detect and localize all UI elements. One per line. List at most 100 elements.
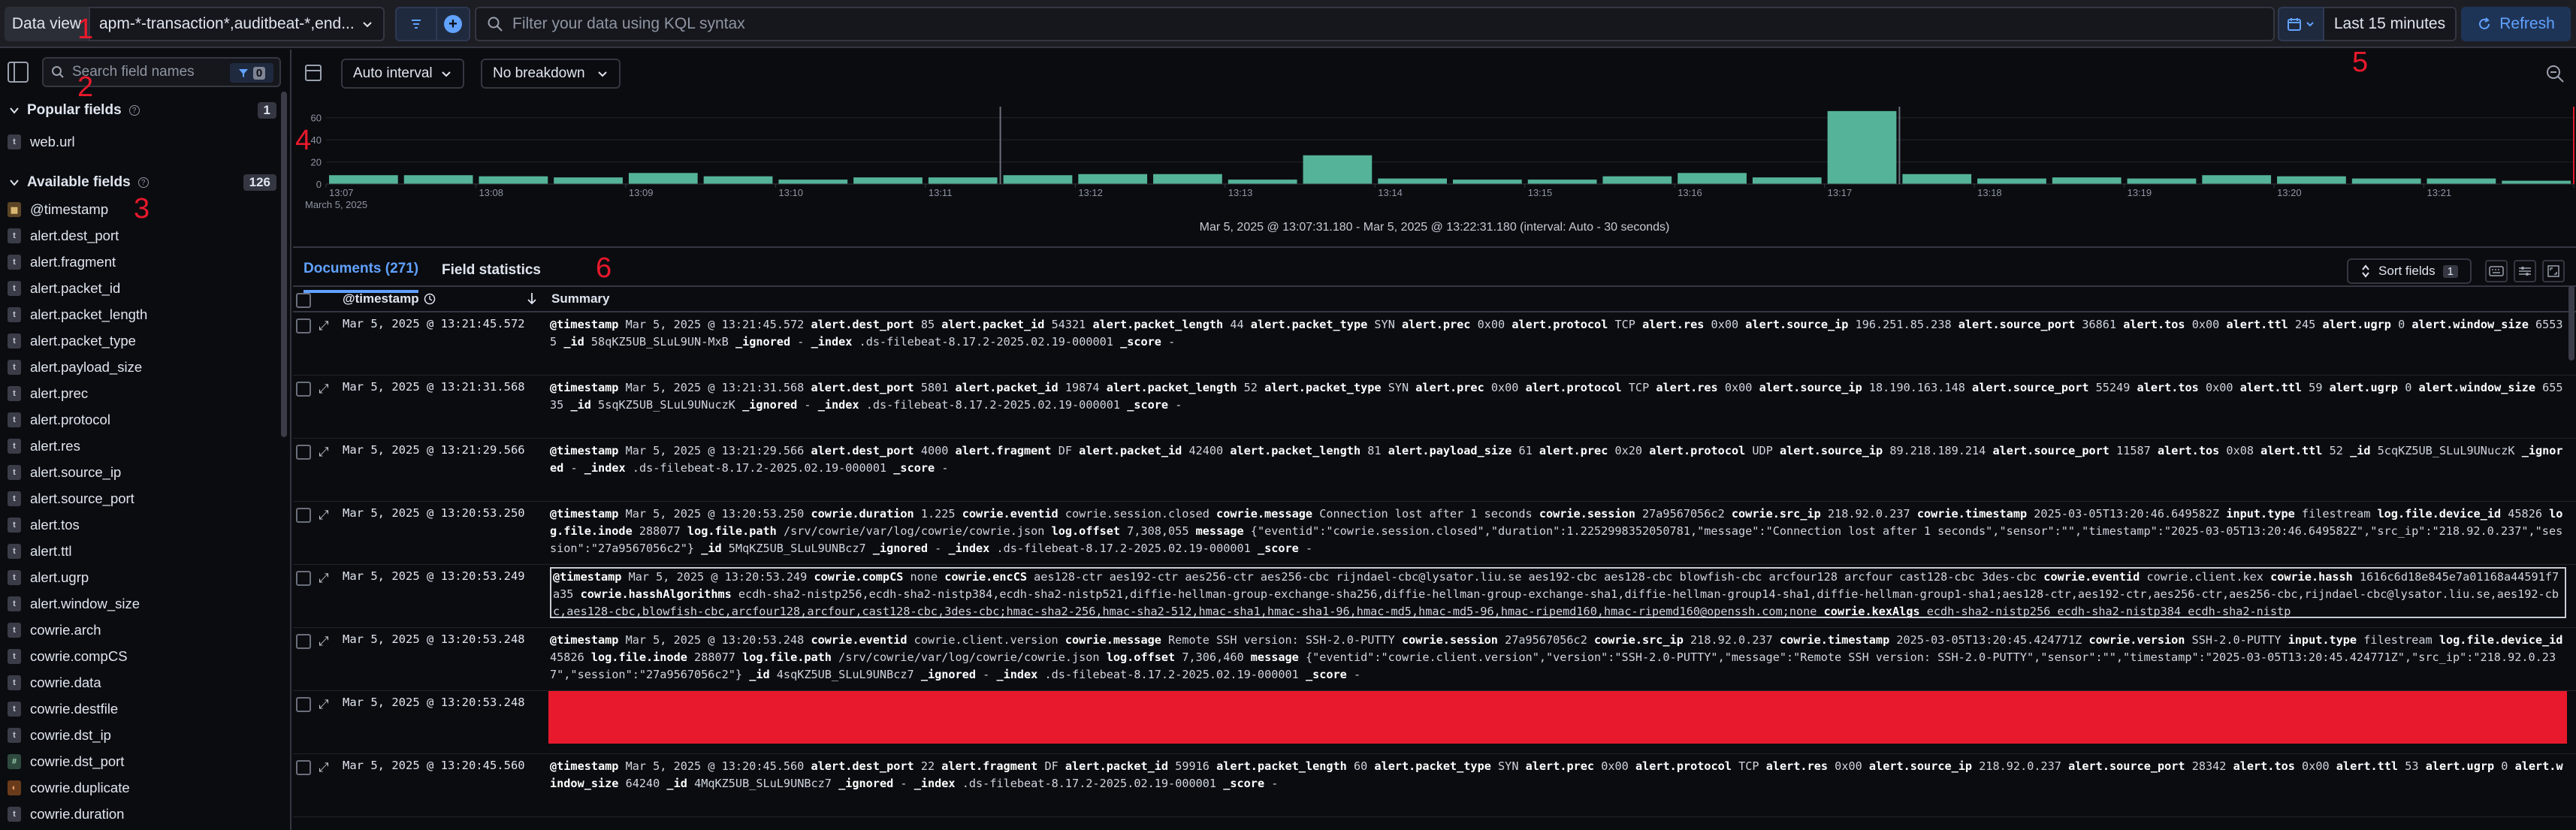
expand-icon[interactable]: ⤢ bbox=[319, 634, 329, 649]
histogram-bar[interactable] bbox=[1678, 173, 1747, 184]
histogram-bar[interactable] bbox=[928, 177, 998, 184]
histogram-bar[interactable] bbox=[2052, 177, 2122, 184]
field-item[interactable]: t alert.payload_size bbox=[8, 356, 278, 379]
date-quick-menu-button[interactable] bbox=[2278, 7, 2324, 41]
histogram-bar[interactable] bbox=[1378, 178, 1447, 184]
table-row[interactable]: ⤢ Mar 5, 2025 @ 13:20:53.250 @timestamp Ma… bbox=[293, 502, 2576, 565]
refresh-button[interactable]: Refresh bbox=[2461, 7, 2571, 41]
histogram-bar[interactable] bbox=[1003, 175, 1073, 184]
column-header-summary[interactable]: Summary bbox=[551, 291, 609, 306]
histogram-bar[interactable] bbox=[554, 177, 623, 184]
select-all-checkbox[interactable] bbox=[296, 293, 311, 308]
field-item[interactable]: t cowrie.dst_ip bbox=[8, 724, 278, 747]
row-checkbox[interactable] bbox=[296, 697, 311, 712]
histogram-bar[interactable] bbox=[1527, 180, 1597, 184]
row-summary[interactable]: @timestamp Mar 5, 2025 @ 13:21:29.566 al… bbox=[550, 442, 2566, 495]
expand-icon[interactable]: ⤢ bbox=[319, 508, 329, 523]
expand-icon[interactable]: ⤢ bbox=[319, 382, 329, 397]
field-item[interactable]: # cowrie.dst_port bbox=[8, 750, 278, 773]
add-filter-button[interactable]: + bbox=[437, 7, 470, 41]
histogram-bar[interactable] bbox=[403, 175, 473, 184]
column-header-timestamp[interactable]: @timestamp bbox=[343, 291, 436, 306]
table-row[interactable]: ⤢ Mar 5, 2025 @ 13:20:53.249 @timestamp Ma… bbox=[293, 565, 2576, 628]
field-search-input[interactable] bbox=[72, 64, 222, 80]
field-item[interactable]: t cowrie.destfile bbox=[8, 698, 278, 720]
table-layout-icon[interactable] bbox=[305, 65, 322, 81]
keyboard-icon[interactable] bbox=[2485, 260, 2508, 282]
row-checkbox[interactable] bbox=[296, 634, 311, 649]
histogram-bar[interactable] bbox=[1228, 180, 1297, 184]
field-item[interactable]: t alert.packet_type bbox=[8, 330, 278, 352]
field-item[interactable]: t alert.tos bbox=[8, 514, 278, 536]
histogram-bar[interactable] bbox=[778, 180, 848, 184]
breakdown-select[interactable]: No breakdown bbox=[481, 59, 621, 89]
table-row[interactable]: ⤢ Mar 5, 2025 @ 13:20:53.248 bbox=[293, 691, 2576, 754]
histogram-bar[interactable] bbox=[1602, 176, 1672, 184]
kql-search-bar[interactable] bbox=[475, 7, 2275, 41]
histogram-bar[interactable] bbox=[1153, 174, 1222, 184]
table-row[interactable]: ⤢ Mar 5, 2025 @ 13:21:45.572 @timestamp Ma… bbox=[293, 312, 2576, 376]
expand-icon[interactable]: ⤢ bbox=[319, 760, 329, 775]
row-checkbox[interactable] bbox=[296, 318, 311, 334]
time-range-display[interactable]: Last 15 minutes bbox=[2324, 7, 2457, 41]
fullscreen-icon[interactable] bbox=[2542, 260, 2565, 282]
table-row[interactable]: ⤢ Mar 5, 2025 @ 13:20:45.560 @timestamp Ma… bbox=[293, 754, 2576, 817]
histogram-bar[interactable] bbox=[1453, 180, 1522, 184]
histogram-bar[interactable] bbox=[2502, 180, 2571, 184]
histogram-bar[interactable] bbox=[853, 177, 923, 184]
histogram-bar[interactable] bbox=[1078, 174, 1148, 184]
field-item[interactable]: t cowrie.compCS bbox=[8, 645, 278, 668]
help-icon[interactable]: ? bbox=[128, 105, 140, 116]
field-item[interactable]: t alert.source_ip bbox=[8, 461, 278, 484]
row-checkbox[interactable] bbox=[296, 445, 311, 460]
histogram-bar[interactable] bbox=[1977, 178, 2046, 184]
field-item[interactable]: t cowrie.duration bbox=[8, 803, 278, 825]
filter-menu-button[interactable] bbox=[395, 7, 437, 41]
field-item[interactable]: t cowrie.data bbox=[8, 672, 278, 694]
row-checkbox[interactable] bbox=[296, 508, 311, 523]
sidebar-scrollbar[interactable] bbox=[281, 92, 287, 437]
table-row[interactable]: ⤢ Mar 5, 2025 @ 13:21:29.566 @timestamp Ma… bbox=[293, 439, 2576, 502]
display-options-icon[interactable] bbox=[2514, 260, 2536, 282]
row-summary[interactable]: @timestamp Mar 5, 2025 @ 13:20:53.250 co… bbox=[550, 506, 2566, 558]
data-view-selector[interactable]: apm-*-transaction*,auditbeat-*,end... bbox=[89, 7, 385, 41]
histogram-bar[interactable] bbox=[2351, 178, 2421, 184]
row-summary[interactable]: @timestamp Mar 5, 2025 @ 13:21:45.572 al… bbox=[550, 316, 2566, 369]
table-row[interactable]: ⤢ Mar 5, 2025 @ 13:20:53.248 @timestamp Ma… bbox=[293, 628, 2576, 691]
expand-icon[interactable]: ⤢ bbox=[319, 571, 329, 586]
field-item[interactable]: t alert.ugrp bbox=[8, 566, 278, 589]
field-item[interactable]: t cowrie.arch bbox=[8, 619, 278, 641]
row-summary[interactable]: @timestamp Mar 5, 2025 @ 13:20:53.248 co… bbox=[550, 632, 2566, 684]
field-item[interactable]: t alert.packet_length bbox=[8, 303, 278, 326]
field-type-filter-button[interactable]: 0 bbox=[230, 63, 273, 83]
row-summary[interactable]: @timestamp Mar 5, 2025 @ 13:20:53.249 co… bbox=[550, 567, 2566, 618]
field-item[interactable]: t alert.res bbox=[8, 435, 278, 457]
histogram-bar[interactable] bbox=[2202, 175, 2272, 184]
field-item[interactable]: t alert.protocol bbox=[8, 409, 278, 431]
histogram-bar[interactable] bbox=[1827, 110, 1897, 184]
sort-fields-button[interactable]: Sort fields 1 bbox=[2347, 258, 2472, 284]
field-item[interactable]: t alert.packet_id bbox=[8, 277, 278, 300]
histogram-bar[interactable] bbox=[2127, 178, 2197, 184]
histogram-bar[interactable] bbox=[628, 173, 698, 184]
histogram-bar[interactable] bbox=[2277, 176, 2346, 184]
sidebar-toggle-icon[interactable] bbox=[8, 62, 29, 83]
field-item[interactable]: t web.url bbox=[8, 131, 278, 153]
field-item[interactable]: t alert.ttl bbox=[8, 540, 278, 563]
row-checkbox[interactable] bbox=[296, 382, 311, 397]
data-view-label[interactable]: Data view bbox=[5, 7, 89, 41]
field-item[interactable]: t alert.fragment bbox=[8, 251, 278, 273]
histogram-bar[interactable] bbox=[329, 175, 398, 184]
table-row[interactable]: ⤢ Mar 5, 2025 @ 13:21:31.568 @timestamp Ma… bbox=[293, 376, 2576, 439]
histogram-bar[interactable] bbox=[1303, 155, 1373, 184]
row-summary[interactable]: @timestamp Mar 5, 2025 @ 13:21:31.568 al… bbox=[550, 379, 2566, 432]
field-item[interactable]: t alert.prec bbox=[8, 382, 278, 405]
interval-select[interactable]: Auto interval bbox=[341, 59, 464, 89]
field-item[interactable]: ◐ cowrie.duplicate bbox=[8, 777, 278, 799]
expand-icon[interactable]: ⤢ bbox=[319, 697, 329, 712]
sort-descending-icon[interactable] bbox=[526, 291, 538, 305]
histogram-bar[interactable] bbox=[2427, 178, 2496, 184]
kql-search-input[interactable] bbox=[512, 15, 2240, 33]
field-item[interactable]: t alert.dest_port bbox=[8, 225, 278, 247]
histogram-bar[interactable] bbox=[1752, 177, 1822, 184]
